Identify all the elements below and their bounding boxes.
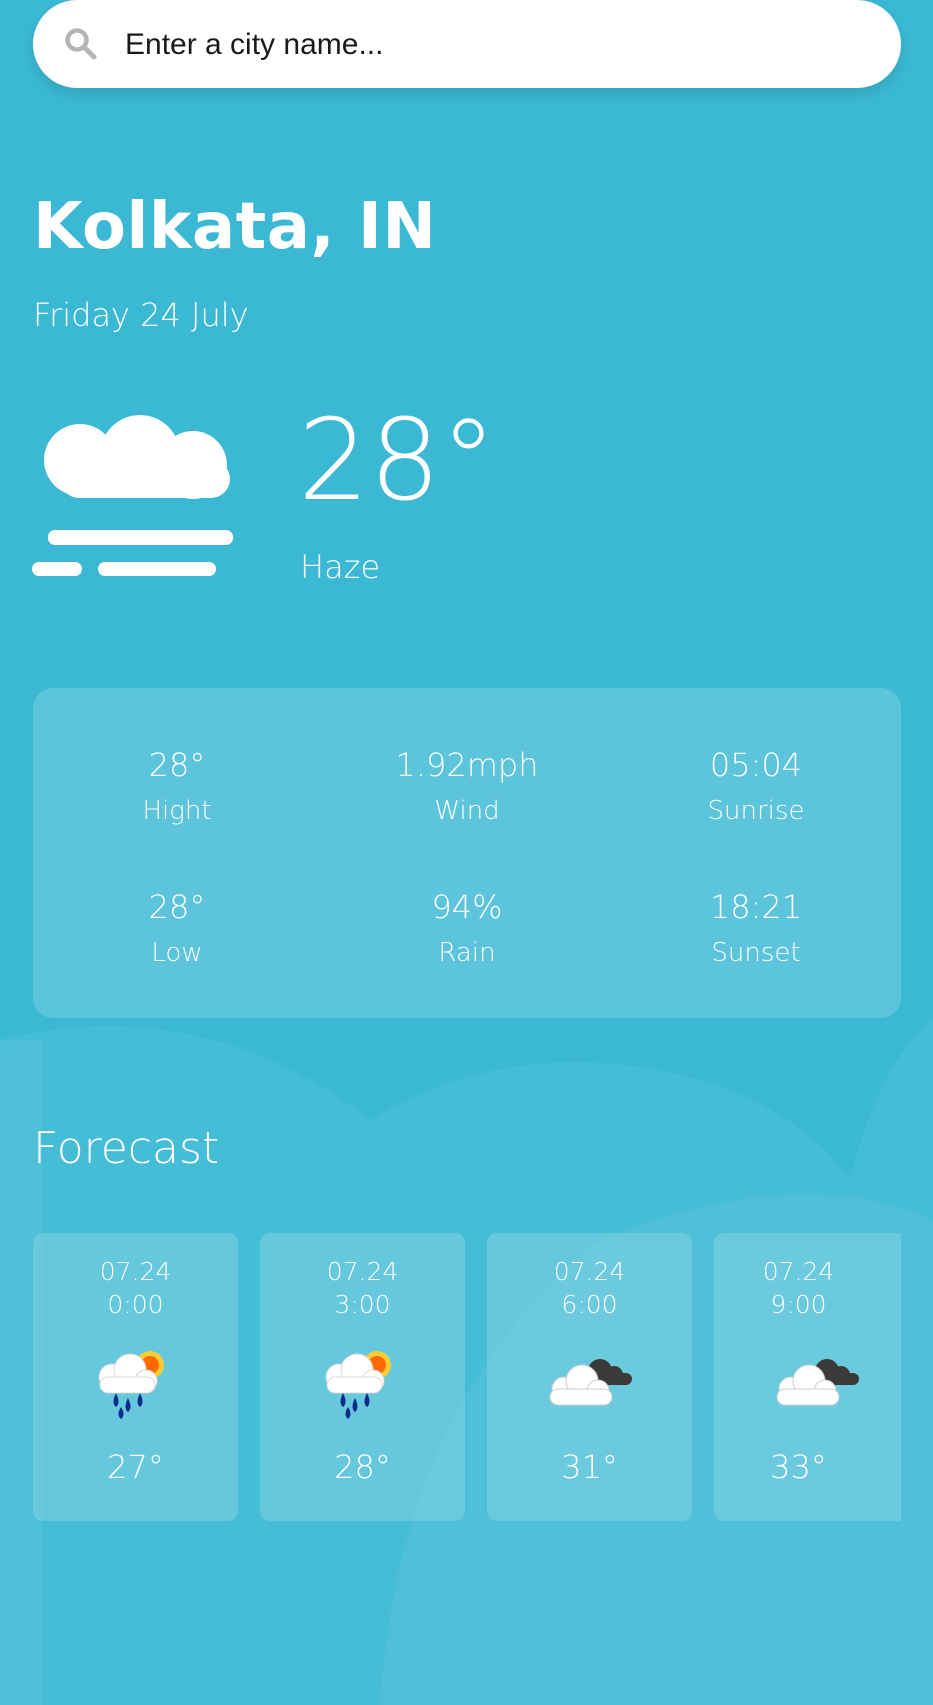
stat-sunrise: 05:04 Sunrise (656, 746, 856, 826)
stat-label: Sunrise (707, 796, 805, 826)
stat-label: Low (151, 938, 203, 968)
current-date: Friday 24 July (33, 296, 249, 334)
forecast-card[interactable]: 07.24 6:00 31° (487, 1233, 692, 1521)
stat-value: 28° (148, 746, 206, 784)
forecast-temperature: 27° (107, 1448, 164, 1486)
forecast-time: 9:00 (770, 1290, 827, 1319)
search-bar[interactable] (33, 0, 901, 88)
current-condition: Haze (300, 548, 381, 586)
forecast-temperature: 31° (561, 1448, 618, 1486)
stat-label: Hight (142, 796, 212, 826)
stat-label: Wind (434, 796, 500, 826)
search-input[interactable] (123, 16, 867, 74)
stat-value: 94% (431, 888, 503, 926)
cloudy-icon (776, 1359, 859, 1406)
weather-stats-panel: 28° Hight 1.92mph Wind 05:04 Sunrise 28°… (33, 688, 901, 1018)
forecast-card[interactable]: 07.24 9:00 33° (714, 1233, 901, 1521)
forecast-time: 0:00 (107, 1290, 164, 1319)
stat-sunset: 18:21 Sunset (656, 888, 856, 968)
stat-rain: 94% Rain (367, 888, 567, 968)
stat-label: Sunset (711, 938, 801, 968)
stat-label: Rain (438, 938, 496, 968)
cloudy-icon (549, 1359, 632, 1406)
stat-high: 28° Hight (77, 746, 277, 826)
forecast-time: 3:00 (334, 1290, 391, 1319)
haze-icon (32, 415, 233, 576)
forecast-temperature: 28° (334, 1448, 391, 1486)
stat-value: 05:04 (709, 746, 803, 784)
rain-sun-icon (325, 1351, 391, 1419)
forecast-date: 07.24 (553, 1257, 626, 1286)
forecast-date: 07.24 (99, 1257, 172, 1286)
city-name: Kolkata, IN (33, 190, 437, 264)
stat-low: 28° Low (77, 888, 277, 968)
stat-value: 28° (148, 888, 206, 926)
forecast-title: Forecast (33, 1123, 220, 1174)
forecast-temperature: 33° (770, 1448, 827, 1486)
forecast-card[interactable]: 07.24 0:00 27° (33, 1233, 238, 1521)
search-icon (65, 28, 97, 60)
stat-wind: 1.92mph Wind (367, 746, 567, 826)
rain-sun-icon (98, 1351, 164, 1419)
forecast-date: 07.24 (762, 1257, 835, 1286)
stat-value: 1.92mph (395, 746, 539, 784)
current-temperature: 28° (298, 396, 497, 526)
forecast-date: 07.24 (326, 1257, 399, 1286)
stat-value: 18:21 (709, 888, 803, 926)
forecast-card[interactable]: 07.24 3:00 28° (260, 1233, 465, 1521)
forecast-time: 6:00 (561, 1290, 618, 1319)
